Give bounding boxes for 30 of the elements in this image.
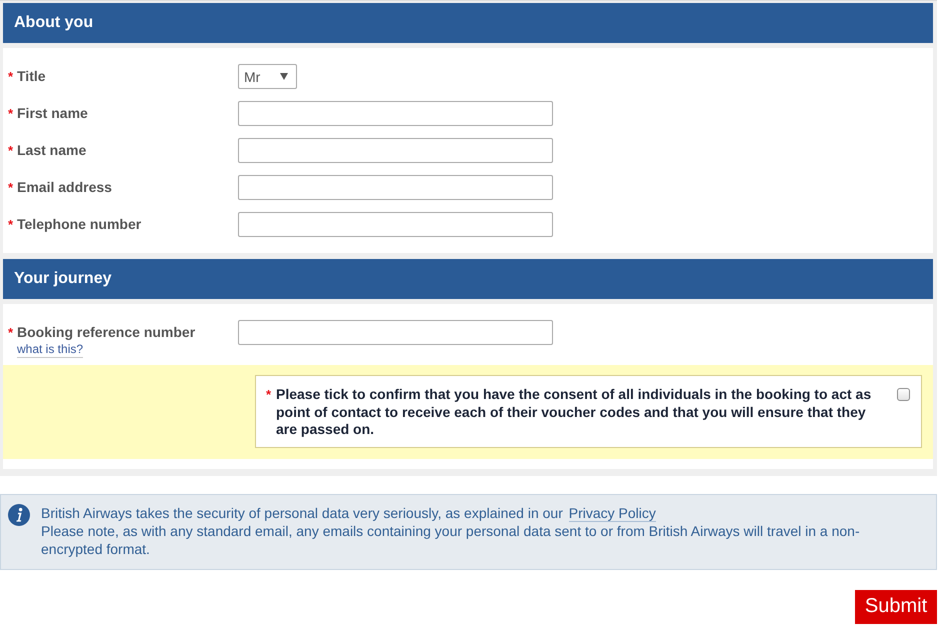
- caret-icon: [280, 73, 288, 80]
- input-field[interactable]: [238, 101, 553, 126]
- required-mark: *: [8, 143, 14, 158]
- field-label: Booking reference number: [17, 324, 196, 340]
- required-mark: *: [8, 325, 14, 340]
- field-label: Title: [17, 68, 46, 84]
- consent-checkbox[interactable]: [897, 388, 910, 401]
- field-label: Email address: [17, 179, 112, 195]
- consent-text: Please tick to confirm that you have the consent of all individuals in the booking to act as point of contact to receive each of their voucher codes and that you will ensure that they are passed on.: [276, 386, 872, 438]
- field-label: Telephone number: [17, 216, 142, 232]
- input-field[interactable]: [238, 320, 553, 345]
- required-mark: *: [8, 106, 14, 121]
- required-mark: *: [266, 386, 272, 404]
- section-heading: About you: [3, 3, 933, 43]
- section-heading: Your journey: [3, 259, 933, 299]
- field-label: First name: [17, 105, 88, 121]
- notice-text: British Airways takes the security of personal data very seriously, as explained in our Privacy Policy: [41, 504, 657, 522]
- required-mark: *: [8, 217, 14, 232]
- required-mark: *: [8, 69, 14, 84]
- privacy-policy-link[interactable]: Privacy Policy: [568, 504, 656, 522]
- notice-text: Please note, as with any standard email, any emails containing your personal data sent to or from British Airways will travel in a non-encrypted format.: [41, 522, 861, 558]
- input-field[interactable]: [238, 212, 553, 237]
- input-field[interactable]: [238, 138, 553, 163]
- title-select[interactable]: Mr: [238, 64, 297, 89]
- info-icon: [8, 504, 30, 526]
- submit-button[interactable]: Submit: [855, 590, 937, 624]
- help-link[interactable]: what is this?: [17, 342, 84, 358]
- required-mark: *: [8, 180, 14, 195]
- input-field[interactable]: [238, 175, 553, 200]
- field-label: Last name: [17, 142, 86, 158]
